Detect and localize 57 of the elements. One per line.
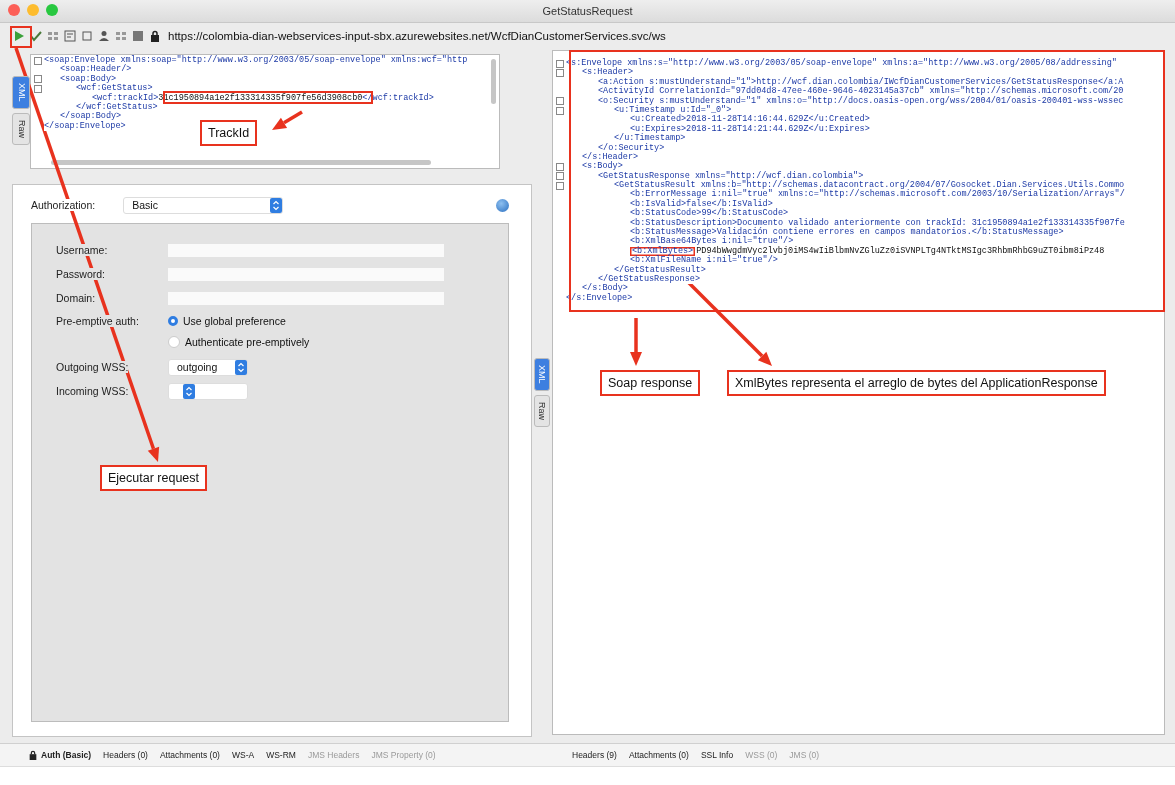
- xml-tag: <b:XmlBytes>: [630, 246, 696, 257]
- field-label: Password:: [56, 268, 106, 280]
- xml-tag: <wcf:trackId>: [92, 93, 159, 103]
- lock-icon: [149, 29, 161, 42]
- field-label: Outgoing WSS:: [56, 361, 129, 373]
- editor-tab[interactable]: Raw: [12, 112, 30, 145]
- horizontal-scrollbar[interactable]: [51, 160, 431, 165]
- authorization-select[interactable]: Basic: [123, 196, 284, 214]
- grid-icon[interactable]: [47, 29, 59, 42]
- help-icon[interactable]: [496, 198, 509, 212]
- field-label: Incoming WSS:: [56, 385, 129, 397]
- endpoint-url[interactable]: https://colombia-dian-webservices-input-sbx.azurewebsites.net/WcfDianCustomerServices.svc/ws: [168, 29, 666, 42]
- play-icon[interactable]: [13, 29, 25, 42]
- wss-select[interactable]: [168, 382, 248, 400]
- close-window-button[interactable]: [8, 4, 20, 16]
- radio-option[interactable]: Use global preference: [168, 315, 310, 327]
- stepper-icon: [183, 383, 195, 399]
- stepper-icon: [270, 197, 283, 213]
- panel-tab[interactable]: SSL Info: [700, 750, 734, 760]
- collapse-icon[interactable]: [33, 56, 42, 65]
- field-label: Authorization:: [31, 199, 96, 211]
- wss-select[interactable]: outgoing: [168, 358, 248, 376]
- xml-value: PD94bWwgdmVyc2lvbj0iMS4wIiBlbmNvZGluZz0iSVNPLTg4NTktMSIgc3RhbmRhbG9uZT0ibm8iPz48: [696, 246, 1105, 257]
- checkmark-icon[interactable]: [30, 29, 42, 42]
- zoom-window-button[interactable]: [46, 4, 58, 16]
- window-title: GetStatusRequest: [542, 5, 633, 17]
- field-label: Domain:: [56, 292, 96, 304]
- response-xml-editor[interactable]: [552, 50, 1165, 735]
- panel-tab[interactable]: WS-A: [231, 750, 255, 760]
- square-icon[interactable]: [81, 29, 93, 42]
- callout-label: XmlBytes representa el arreglo de bytes del ApplicationResponse: [727, 370, 1106, 396]
- panel-tab[interactable]: Auth (Basic): [41, 750, 92, 760]
- callout-label: Ejecutar request: [100, 465, 208, 491]
- editor-tab[interactable]: Raw: [534, 394, 550, 427]
- callout-label: Soap response: [600, 370, 701, 396]
- block-icon[interactable]: [132, 29, 144, 42]
- panel-tab[interactable]: WS-RM: [266, 750, 296, 760]
- field-label: Username:: [56, 244, 108, 256]
- annotation-arrow: [630, 318, 642, 366]
- callout-label: TrackId: [200, 120, 258, 146]
- panel-tab[interactable]: Headers (0): [103, 750, 148, 760]
- annotation-arrow: [272, 110, 303, 130]
- person-icon[interactable]: [98, 29, 110, 42]
- panel-tab[interactable]: Attachments (0): [628, 750, 689, 760]
- grid-icon[interactable]: [115, 29, 127, 42]
- panel-tab[interactable]: Attachments (0): [159, 750, 220, 760]
- panel-tab[interactable]: Headers (9): [572, 750, 617, 760]
- editor-tab[interactable]: XML: [12, 76, 30, 109]
- stepper-icon: [235, 359, 247, 375]
- vertical-scrollbar[interactable]: [491, 59, 496, 104]
- field-label: Pre-emptive auth:: [56, 315, 139, 327]
- highlight-frame: [10, 26, 32, 48]
- lock-icon: [28, 750, 38, 760]
- request-xml-editor[interactable]: [30, 54, 500, 169]
- form-icon[interactable]: [64, 29, 76, 42]
- radio-option[interactable]: Authenticate pre-emptively: [168, 336, 310, 348]
- editor-tab[interactable]: XML: [534, 358, 550, 391]
